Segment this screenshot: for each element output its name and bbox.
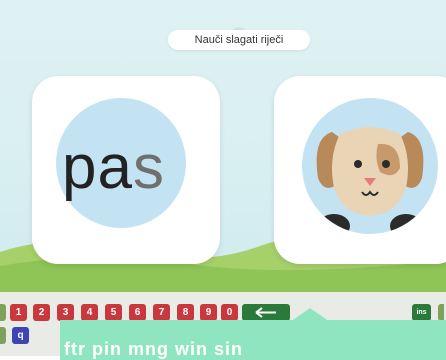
letter-slot: p: [62, 133, 98, 202]
key-3[interactable]: 3: [57, 304, 74, 321]
key-6[interactable]: 6: [129, 304, 146, 321]
key-5[interactable]: 5: [105, 304, 122, 321]
key-9[interactable]: 9: [200, 304, 217, 321]
key-8[interactable]: 8: [177, 304, 194, 321]
letter-slot: a: [97, 133, 133, 202]
ins-key[interactable]: ins: [412, 304, 431, 321]
key-0[interactable]: 0: [221, 304, 238, 321]
key-4[interactable]: 4: [81, 304, 98, 321]
key-edge-lower[interactable]: [0, 327, 6, 344]
word-display: pas: [62, 128, 202, 208]
popup-pointer: [290, 308, 330, 322]
game-area: 2 Nauči slagati riječi pas: [0, 0, 446, 292]
word-card[interactable]: pas: [32, 76, 220, 264]
key-q[interactable]: q: [12, 327, 29, 344]
key-2[interactable]: 2: [33, 304, 50, 321]
dog-circle: [302, 98, 438, 234]
title-banner: Nauči slagati riječi: [168, 30, 310, 50]
key-7[interactable]: 7: [153, 304, 170, 321]
key-edge-right[interactable]: [438, 304, 444, 321]
letter-slot-hint: s: [132, 133, 165, 202]
backspace-arrow-icon: [255, 307, 276, 318]
dog-face-icon: [316, 127, 424, 234]
popup-text: ftr pin mng win sin: [64, 339, 243, 359]
key-1[interactable]: 1: [10, 304, 27, 321]
backspace-key[interactable]: [242, 304, 290, 321]
image-card[interactable]: [274, 76, 446, 264]
key-edge[interactable]: [0, 304, 6, 321]
